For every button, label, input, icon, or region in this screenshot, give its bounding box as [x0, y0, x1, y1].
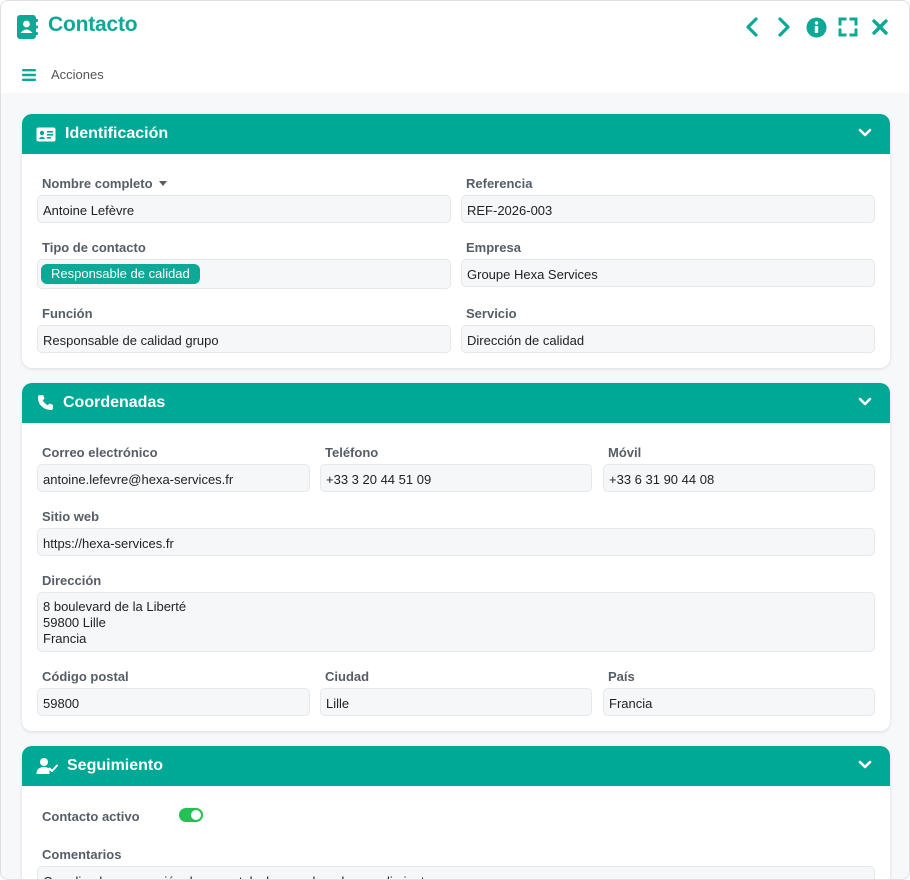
address-label: Dirección: [42, 573, 102, 588]
toggle-knob: [191, 810, 201, 820]
identification-section: Identificación Nombre completo Antoine L…: [22, 114, 890, 368]
chevron-left-icon: [746, 17, 758, 37]
followup-title: Seguimiento: [67, 757, 164, 774]
mobile-label: Móvil: [608, 445, 642, 460]
contact-type-tag[interactable]: Responsable de calidad: [41, 264, 200, 284]
close-icon: [872, 19, 888, 35]
reference-label: Referencia: [466, 176, 533, 191]
website-label: Sitio web: [42, 509, 100, 524]
identification-header[interactable]: Identificación: [22, 114, 890, 154]
email-label: Correo electrónico: [42, 445, 158, 460]
identification-title: Identificación: [65, 125, 169, 142]
next-button[interactable]: [773, 15, 795, 39]
followup-header[interactable]: Seguimiento: [22, 746, 890, 786]
fullname-label[interactable]: Nombre completo: [42, 176, 167, 191]
company-field[interactable]: Groupe Hexa Services: [461, 259, 875, 287]
active-contact-label: Contacto activo: [42, 809, 140, 824]
comments-label: Comentarios: [42, 847, 122, 862]
followup-section: Seguimiento Contacto activo Comentarios …: [22, 746, 890, 879]
country-label: País: [608, 669, 635, 684]
contact-type-field[interactable]: Responsable de calidad: [37, 259, 451, 289]
actions-menu[interactable]: Acciones: [51, 67, 104, 82]
address-line-2: 59800 Lille: [43, 615, 106, 630]
mobile-field[interactable]: +33 6 31 90 44 08: [603, 464, 875, 492]
coordinates-title: Coordenadas: [63, 394, 166, 411]
postal-code-field[interactable]: 59800: [37, 688, 310, 716]
phone-label: Teléfono: [325, 445, 379, 460]
city-field[interactable]: Lille: [320, 688, 592, 716]
service-label: Servicio: [466, 306, 517, 321]
id-card-icon: [36, 127, 56, 142]
info-icon: [806, 17, 826, 37]
reference-field[interactable]: REF-2026-003: [461, 195, 875, 223]
service-field[interactable]: Dirección de calidad: [461, 325, 875, 353]
hamburger-menu-icon[interactable]: [22, 69, 36, 81]
address-line-3: Francia: [43, 631, 87, 646]
phone-field[interactable]: +33 3 20 44 51 09: [320, 464, 592, 492]
chevron-down-icon: [858, 397, 872, 406]
expand-icon: [838, 17, 858, 37]
country-field[interactable]: Francia: [603, 688, 875, 716]
title-bar: Contacto: [1, 1, 909, 53]
address-line-1: 8 boulevard de la Liberté: [43, 599, 187, 614]
function-field[interactable]: Responsable de calidad grupo: [37, 325, 451, 353]
user-check-icon: [36, 758, 58, 774]
comments-field[interactable]: Coordina la preparación documental y las…: [37, 866, 875, 879]
website-field[interactable]: https://hexa-services.fr: [37, 528, 875, 556]
coordinates-section: Coordenadas Correo electrónico antoine.l…: [22, 383, 890, 731]
window-title: Contacto: [48, 13, 138, 36]
actions-toolbar: Acciones: [1, 53, 909, 93]
active-contact-toggle[interactable]: [179, 808, 203, 822]
postal-code-label: Código postal: [42, 669, 129, 684]
window-actions: [741, 15, 891, 39]
fullname-label-text: Nombre completo: [42, 176, 153, 191]
chevron-down-icon: [858, 760, 872, 769]
function-label: Función: [42, 306, 93, 321]
previous-button[interactable]: [741, 15, 763, 39]
address-field[interactable]: 8 boulevard de la Liberté 59800 Lille Fr…: [37, 592, 875, 652]
company-label: Empresa: [466, 240, 521, 255]
city-label: Ciudad: [325, 669, 370, 684]
coordinates-header[interactable]: Coordenadas: [22, 383, 890, 423]
email-field[interactable]: antoine.lefevre@hexa-services.fr: [37, 464, 310, 492]
fullname-field[interactable]: Antoine Lefèvre: [37, 195, 451, 223]
close-button[interactable]: [869, 15, 891, 39]
contact-type-label: Tipo de contacto: [42, 240, 146, 255]
chevron-down-icon: [858, 128, 872, 137]
address-book-icon: [17, 15, 38, 39]
fullscreen-button[interactable]: [837, 15, 859, 39]
info-button[interactable]: [805, 15, 827, 39]
caret-down-icon: [158, 181, 167, 187]
phone-icon: [37, 394, 54, 411]
contact-window: Contacto Acciones Identificación Nombre …: [0, 0, 910, 880]
chevron-right-icon: [778, 17, 790, 37]
